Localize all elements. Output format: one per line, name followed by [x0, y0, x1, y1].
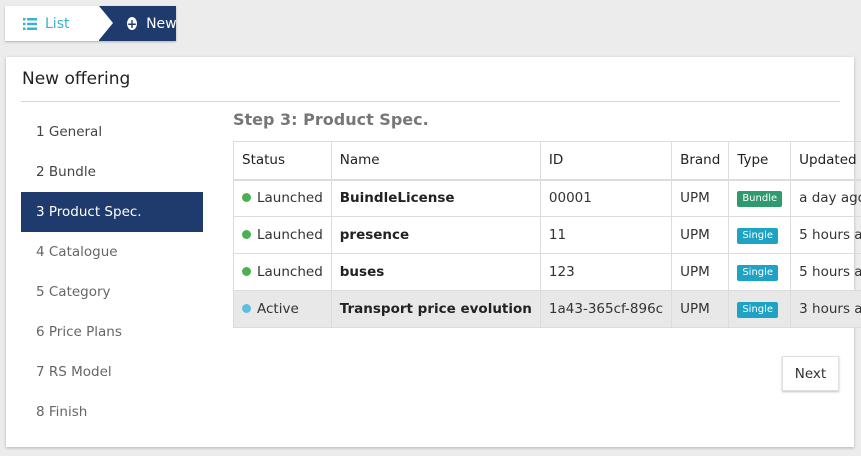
column-header-type: Type — [728, 141, 792, 181]
updated-cell: 5 hours ago — [790, 216, 861, 254]
step-label: 5 Category — [36, 284, 111, 300]
wizard-steps: 1 General 2 Bundle 3 Product Spec. 4 Cat… — [21, 112, 203, 432]
table-row[interactable]: Launched BuindleLicense 00001 UPM Bundle… — [233, 179, 861, 217]
status-dot-icon — [242, 267, 251, 276]
step-price-plans: 6 Price Plans — [21, 312, 203, 352]
status-dot-icon — [242, 230, 251, 239]
step-label: 4 Catalogue — [36, 244, 118, 260]
step-label: 8 Finish — [36, 404, 88, 420]
status-cell: Launched — [233, 179, 332, 217]
step-title: Step 3: Product Spec. — [233, 110, 429, 129]
type-badge: Bundle — [737, 191, 783, 208]
table-row[interactable]: Launched presence 11 UPM Single 5 hours … — [233, 216, 861, 254]
column-header-name: Name — [330, 141, 541, 181]
column-header-updated: Updated — [790, 141, 861, 181]
id-cell: 123 — [539, 253, 673, 291]
column-header-id: ID — [539, 141, 673, 181]
updated-cell: 5 hours ago — [790, 253, 861, 291]
step-finish: 8 Finish — [21, 392, 203, 432]
id-cell: 1a43-365cf-896c — [539, 290, 673, 328]
status-dot-icon — [242, 304, 251, 313]
table-row[interactable]: Launched buses 123 UPM Single 5 hours ag… — [233, 253, 861, 291]
name-cell: presence — [330, 216, 541, 254]
table-header-row: Status Name ID Brand Type Updated — [233, 141, 861, 181]
name-cell: BuindleLicense — [330, 179, 541, 217]
step-general[interactable]: 1 General — [21, 112, 203, 152]
brand-cell: UPM — [671, 216, 730, 254]
column-header-brand: Brand — [671, 141, 730, 181]
breadcrumb: List + New — [5, 6, 177, 41]
breadcrumb-new-label: New — [146, 15, 177, 32]
status-text: Active — [257, 301, 299, 317]
table-row-selected[interactable]: Active Transport price evolution 1a43-36… — [233, 290, 861, 328]
step-label: 2 Bundle — [36, 164, 96, 180]
status-cell: Active — [233, 290, 332, 328]
status-cell: Launched — [233, 216, 332, 254]
breadcrumb-list-label: List — [45, 15, 70, 32]
column-header-status: Status — [233, 141, 332, 181]
brand-cell: UPM — [671, 179, 730, 217]
step-product-spec[interactable]: 3 Product Spec. — [21, 192, 203, 232]
step-label: 6 Price Plans — [36, 324, 122, 340]
status-text: Launched — [257, 227, 323, 243]
status-dot-icon — [242, 193, 251, 203]
id-cell: 00001 — [539, 179, 673, 217]
status-cell: Launched — [233, 253, 332, 291]
step-label: 3 Product Spec. — [36, 204, 142, 220]
type-badge: Single — [737, 265, 779, 281]
step-label: 1 General — [36, 124, 103, 140]
type-cell: Single — [728, 216, 792, 254]
name-cell: Transport price evolution — [330, 290, 541, 328]
type-cell: Single — [728, 253, 792, 291]
id-cell: 11 — [539, 216, 673, 254]
status-text: Launched — [257, 190, 323, 207]
name-cell: buses — [330, 253, 541, 291]
new-offering-panel: New offering 1 General 2 Bundle 3 Produc… — [6, 57, 861, 447]
status-text: Launched — [257, 264, 323, 280]
next-button[interactable]: Next — [782, 356, 839, 391]
step-label: 7 RS Model — [36, 364, 112, 380]
step-category: 5 Category — [21, 272, 203, 312]
step-rs-model: 7 RS Model — [21, 352, 203, 392]
updated-cell: a day ago — [790, 179, 861, 217]
brand-cell: UPM — [671, 290, 730, 328]
brand-cell: UPM — [671, 253, 730, 291]
type-cell: Bundle — [728, 179, 792, 217]
step-catalogue: 4 Catalogue — [21, 232, 203, 272]
plus-circle-icon: + — [127, 16, 138, 31]
step-bundle[interactable]: 2 Bundle — [21, 152, 203, 192]
panel-divider — [21, 101, 840, 102]
product-spec-table: Status Name ID Brand Type Updated Launch… — [233, 141, 861, 328]
breadcrumb-list-link[interactable]: List — [5, 6, 113, 41]
list-icon — [23, 17, 37, 30]
type-cell: Single — [728, 290, 792, 328]
panel-title: New offering — [22, 69, 131, 89]
type-badge: Single — [737, 302, 779, 318]
type-badge: Single — [737, 228, 779, 244]
updated-cell: 3 hours ago — [790, 290, 861, 328]
